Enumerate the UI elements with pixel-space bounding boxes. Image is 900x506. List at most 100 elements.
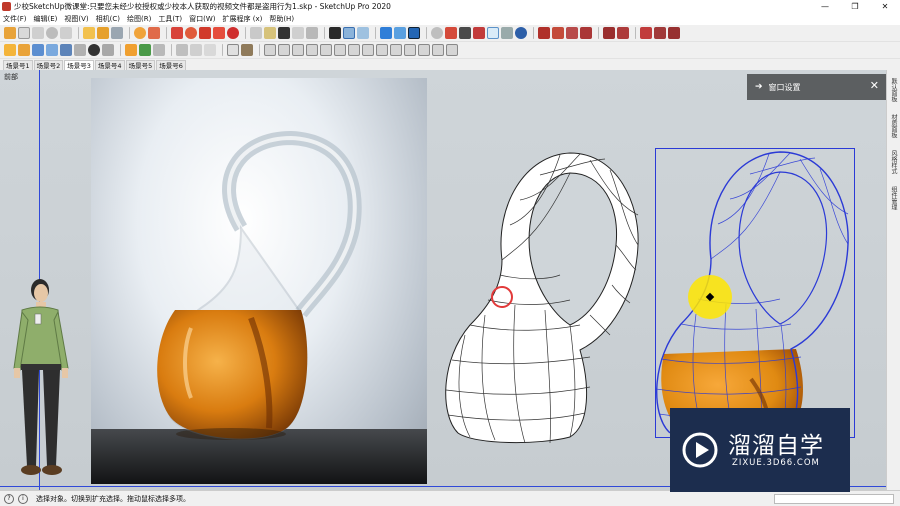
- upload-icon[interactable]: [97, 27, 109, 39]
- menu-draw[interactable]: 绘图(R): [127, 14, 151, 24]
- model-info-icon[interactable]: [459, 27, 471, 39]
- sidebar-tab-default[interactable]: 默认面板: [889, 74, 898, 106]
- previous-view-icon[interactable]: [32, 27, 44, 39]
- dimension-icon[interactable]: [264, 27, 276, 39]
- lock-icon[interactable]: [111, 27, 123, 39]
- edge-tool-icon[interactable]: [603, 27, 615, 39]
- right-view-icon[interactable]: [306, 44, 318, 56]
- style-wireframe-icon[interactable]: [176, 44, 188, 56]
- solid-intersect-icon[interactable]: [171, 27, 183, 39]
- warehouse-icon[interactable]: [445, 27, 457, 39]
- help-icon[interactable]: ?: [4, 493, 14, 504]
- bezier-icon[interactable]: [617, 27, 629, 39]
- offset-icon[interactable]: [153, 44, 165, 56]
- wireframe-bottle-model[interactable]: [440, 145, 660, 447]
- selected-wireframe-bottle[interactable]: [655, 148, 855, 439]
- folder-icon[interactable]: [292, 27, 304, 39]
- paint-bucket-icon[interactable]: [4, 44, 16, 56]
- scene-tab-6[interactable]: 场景号6: [156, 60, 186, 70]
- flip-tool-icon[interactable]: [566, 27, 578, 39]
- shadow-icon[interactable]: [501, 27, 513, 39]
- lasso-tool-icon[interactable]: [18, 27, 30, 39]
- stop-icon[interactable]: [46, 27, 58, 39]
- line-tool-icon[interactable]: [329, 27, 341, 39]
- extra-view-5-icon[interactable]: [418, 44, 430, 56]
- extra-view-1-icon[interactable]: [362, 44, 374, 56]
- sandbox-stamp-icon[interactable]: [394, 27, 406, 39]
- house-icon[interactable]: [148, 27, 160, 39]
- scene-tab-1[interactable]: 场景号1: [3, 60, 33, 70]
- front-view-icon[interactable]: [292, 44, 304, 56]
- xray-icon[interactable]: [487, 27, 499, 39]
- menu-file[interactable]: 文件(F): [3, 14, 27, 24]
- box-tool-icon[interactable]: [654, 27, 666, 39]
- top-view-icon[interactable]: [278, 44, 290, 56]
- select-tool-icon[interactable]: [4, 27, 16, 39]
- extra-view-2-icon[interactable]: [376, 44, 388, 56]
- extension-icon[interactable]: [473, 27, 485, 39]
- push-pull-icon[interactable]: [139, 44, 151, 56]
- zoom-icon[interactable]: [46, 44, 58, 56]
- solid-trim-icon[interactable]: [213, 27, 225, 39]
- solid-subtract-icon[interactable]: [199, 27, 211, 39]
- tape-measure-icon[interactable]: [88, 44, 100, 56]
- look-around-icon[interactable]: [74, 44, 86, 56]
- scene-tab-5[interactable]: 场景号5: [125, 60, 156, 70]
- sun-icon[interactable]: [134, 27, 146, 39]
- extra-view-6-icon[interactable]: [432, 44, 444, 56]
- scene-tab-4[interactable]: 场景号4: [94, 60, 125, 70]
- maximize-button[interactable]: ❐: [840, 0, 870, 13]
- section-plane-icon[interactable]: [343, 27, 355, 39]
- menu-edit[interactable]: 编辑(E): [34, 14, 58, 24]
- sandbox-drape-icon[interactable]: [408, 27, 420, 39]
- iso-view-icon[interactable]: [264, 44, 276, 56]
- solid-split-icon[interactable]: [227, 27, 239, 39]
- back-view-icon[interactable]: [320, 44, 332, 56]
- style-shaded-icon[interactable]: [204, 44, 216, 56]
- rotate-tool-icon[interactable]: [552, 27, 564, 39]
- close-button[interactable]: ✕: [870, 0, 900, 13]
- text-tool-icon[interactable]: [250, 27, 262, 39]
- scale-tool-icon[interactable]: [538, 27, 550, 39]
- left-view-icon[interactable]: [334, 44, 346, 56]
- face-style-icon[interactable]: [227, 44, 239, 56]
- extra-view-4-icon[interactable]: [404, 44, 416, 56]
- scale-figure[interactable]: [6, 276, 76, 486]
- bottom-view-icon[interactable]: [348, 44, 360, 56]
- extra-view-7-icon[interactable]: [446, 44, 458, 56]
- scene-tab-2[interactable]: 场景号2: [33, 60, 64, 70]
- move-icon[interactable]: [125, 44, 137, 56]
- next-view-icon[interactable]: [60, 27, 72, 39]
- texture-style-icon[interactable]: [241, 44, 253, 56]
- measurements-box[interactable]: [774, 494, 894, 504]
- scene-tab-3[interactable]: 场景号3: [64, 60, 94, 70]
- window-settings-panel-header[interactable]: ➔ 窗口设置 ✕: [747, 74, 886, 100]
- sidebar-tab-components[interactable]: 组件管理: [889, 182, 898, 214]
- delete-icon[interactable]: [278, 27, 290, 39]
- menu-window[interactable]: 窗口(W): [189, 14, 215, 24]
- info-icon[interactable]: i: [18, 493, 28, 504]
- walk-icon[interactable]: [60, 44, 72, 56]
- solid-union-icon[interactable]: [185, 27, 197, 39]
- menu-tools[interactable]: 工具(T): [158, 14, 182, 24]
- menu-view[interactable]: 视图(V): [64, 14, 88, 24]
- camera-icon[interactable]: [306, 27, 318, 39]
- menu-help[interactable]: 帮助(H): [269, 14, 294, 24]
- geo-location-icon[interactable]: [431, 27, 443, 39]
- layout-icon[interactable]: [515, 27, 527, 39]
- panel-close-icon[interactable]: ✕: [870, 80, 879, 92]
- style-hidden-line-icon[interactable]: [190, 44, 202, 56]
- section-display-icon[interactable]: [357, 27, 369, 39]
- sandbox-smove-icon[interactable]: [380, 27, 392, 39]
- mirror-tool-icon[interactable]: [580, 27, 592, 39]
- diagonal-line-icon[interactable]: [640, 27, 652, 39]
- component-icon[interactable]: [83, 27, 95, 39]
- sidebar-tab-materials[interactable]: 材质面板: [889, 110, 898, 142]
- menu-camera[interactable]: 相机(C): [96, 14, 120, 24]
- minimize-button[interactable]: —: [810, 0, 840, 13]
- menu-extensions[interactable]: 扩展程序 (x): [222, 14, 262, 24]
- reference-photo[interactable]: [91, 78, 427, 484]
- pan-icon[interactable]: [32, 44, 44, 56]
- grid-tool-icon[interactable]: [668, 27, 680, 39]
- sidebar-tab-styles[interactable]: 风格样式: [889, 146, 898, 178]
